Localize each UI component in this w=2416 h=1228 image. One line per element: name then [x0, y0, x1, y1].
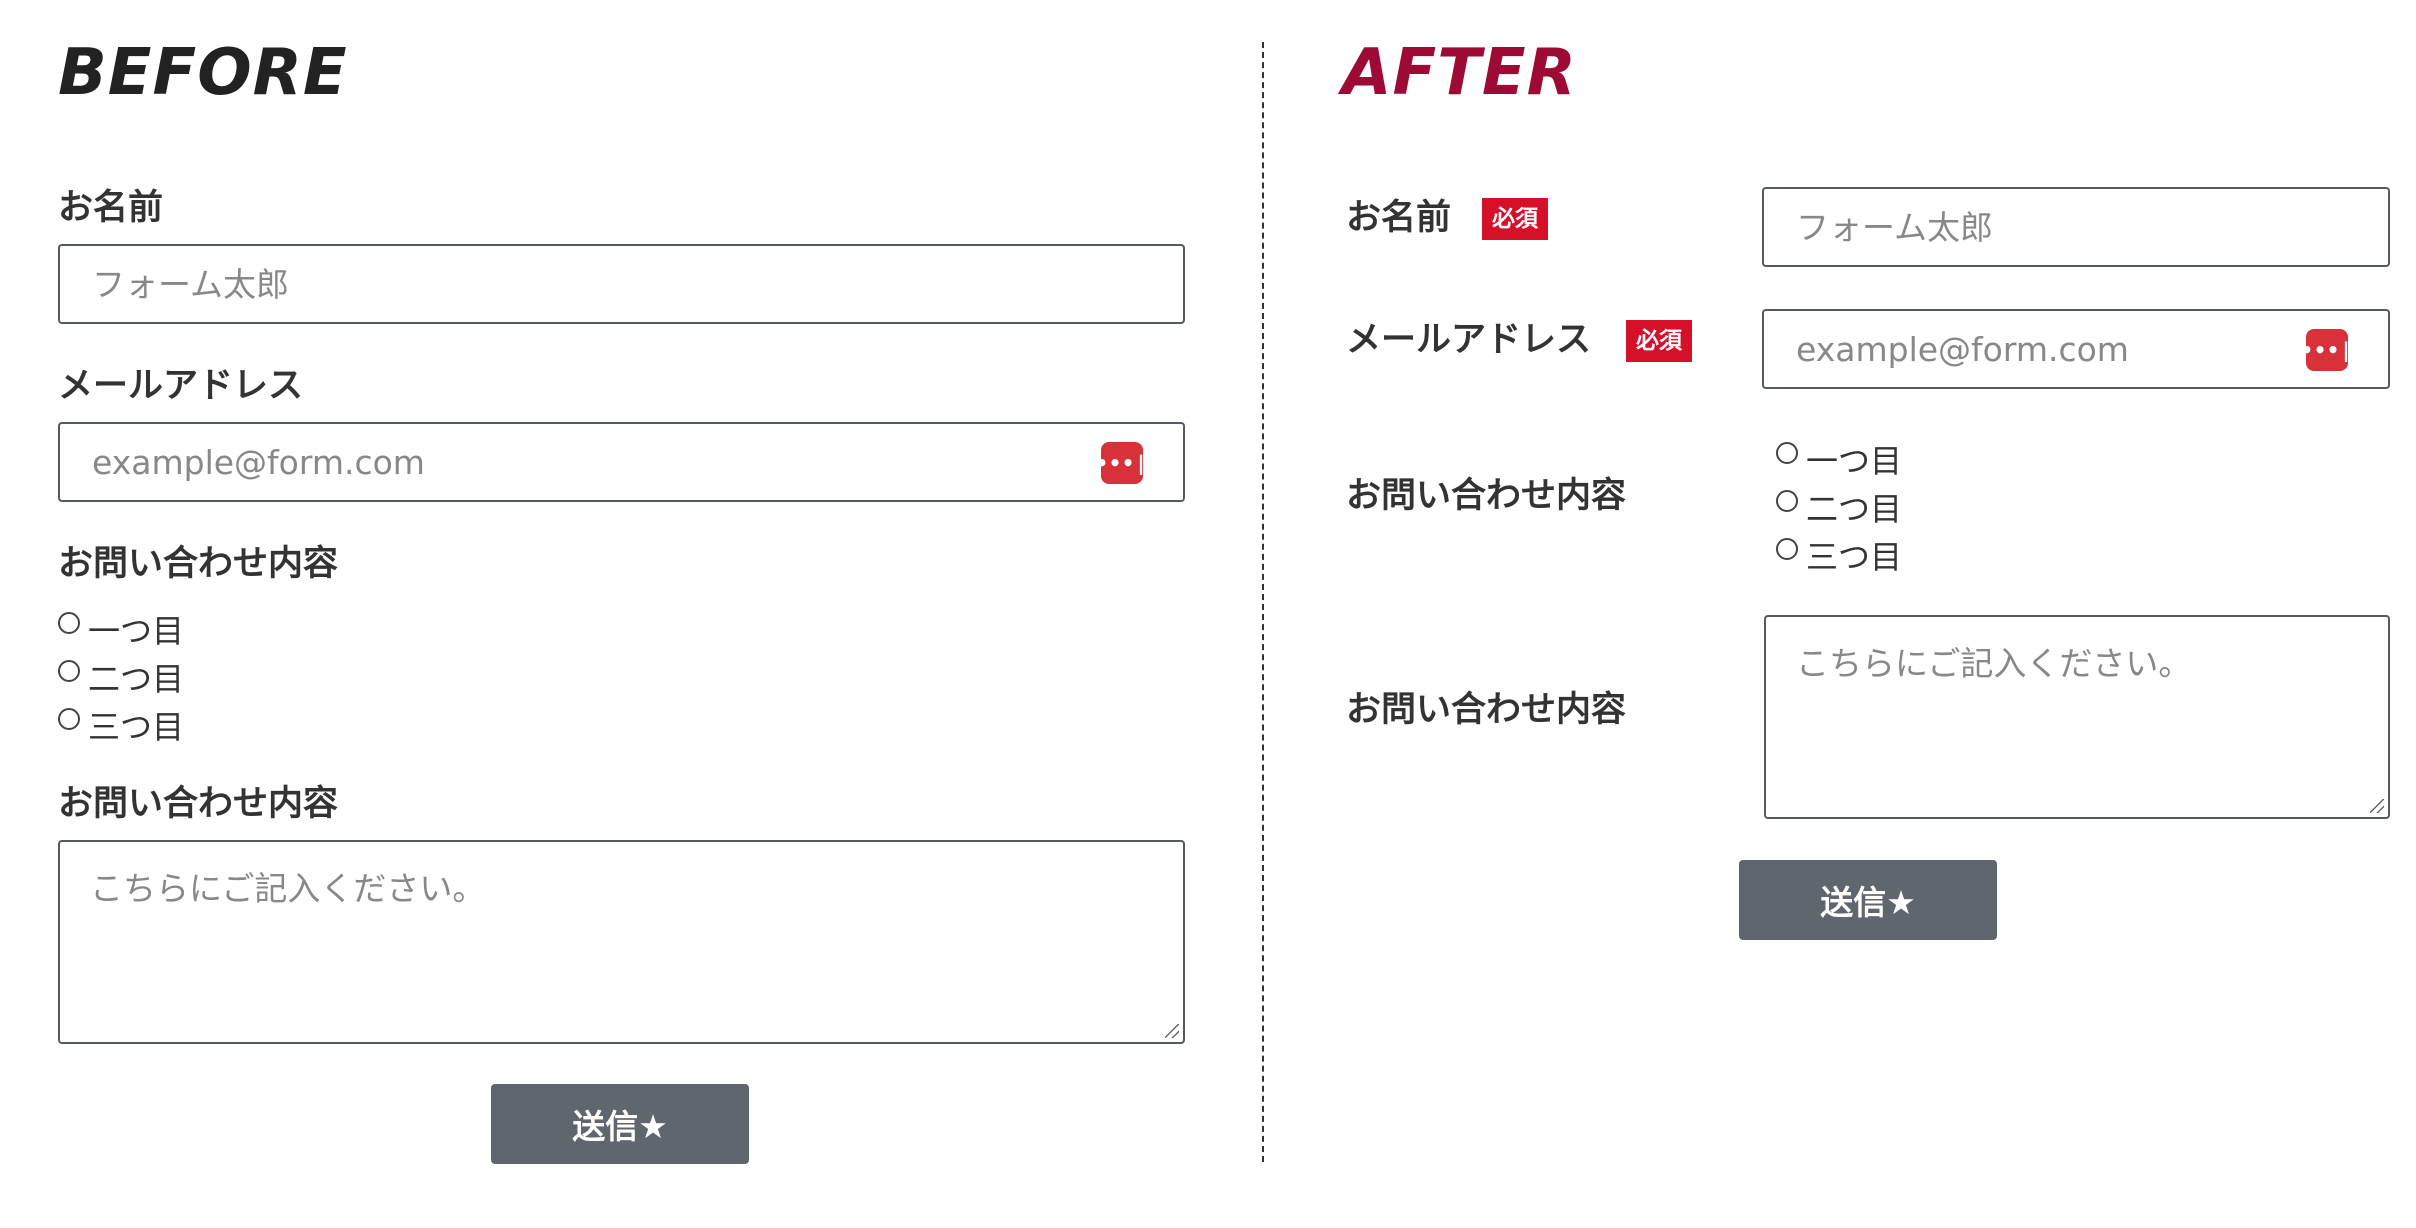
radio-option-label: 三つ目 — [1806, 538, 1903, 576]
radio-button[interactable] — [58, 612, 80, 634]
after-name-input[interactable] — [1764, 189, 2388, 265]
before-message-label: お問い合わせ内容 — [58, 784, 339, 824]
after-email-field[interactable]: •••| — [1762, 309, 2390, 389]
radio-button[interactable] — [1776, 442, 1798, 464]
after-message-field[interactable] — [1764, 615, 2390, 819]
after-radio-option-1[interactable]: 一つ目 — [1776, 436, 1902, 482]
password-key-icon[interactable]: •••| — [1096, 442, 1147, 484]
before-message-field[interactable] — [58, 840, 1185, 1044]
before-submit-button[interactable]: 送信★ — [491, 1084, 749, 1164]
before-heading: BEFORE — [58, 36, 348, 110]
after-message-textarea[interactable] — [1766, 617, 2388, 817]
after-email-label: メールアドレス — [1346, 320, 1592, 360]
required-badge: 必須 — [1482, 198, 1548, 240]
radio-option-label: 二つ目 — [1806, 490, 1903, 528]
before-name-input[interactable] — [60, 246, 1183, 322]
after-radio-option-3[interactable]: 三つ目 — [1776, 532, 1902, 578]
after-radio-label: お問い合わせ内容 — [1346, 476, 1627, 516]
resize-handle-icon[interactable] — [2370, 799, 2384, 813]
before-radio-label: お問い合わせ内容 — [58, 544, 339, 584]
resize-handle-icon[interactable] — [1165, 1024, 1179, 1038]
radio-option-label: 三つ目 — [88, 708, 185, 746]
after-radio-option-2[interactable]: 二つ目 — [1776, 484, 1902, 530]
radio-button[interactable] — [1776, 538, 1798, 560]
before-email-field[interactable]: •••| — [58, 422, 1185, 502]
radio-button[interactable] — [1776, 490, 1798, 512]
radio-option-label: 二つ目 — [88, 660, 185, 698]
after-message-label: お問い合わせ内容 — [1346, 690, 1627, 730]
radio-option-label: 一つ目 — [1806, 442, 1903, 480]
after-heading: AFTER — [1342, 36, 1577, 110]
required-badge: 必須 — [1626, 320, 1692, 362]
before-email-label: メールアドレス — [58, 366, 304, 406]
radio-button[interactable] — [58, 660, 80, 682]
before-radio-option-2[interactable]: 二つ目 — [58, 654, 184, 700]
before-radio-option-1[interactable]: 一つ目 — [58, 606, 184, 652]
password-key-icon[interactable]: •••| — [2301, 329, 2352, 371]
after-name-field[interactable] — [1762, 187, 2390, 267]
divider — [1262, 42, 1264, 1162]
after-submit-button[interactable]: 送信★ — [1739, 860, 1997, 940]
before-message-textarea[interactable] — [60, 842, 1183, 1042]
before-name-label: お名前 — [58, 188, 164, 228]
radio-button[interactable] — [58, 708, 80, 730]
after-name-label: お名前 — [1346, 198, 1452, 238]
before-email-input[interactable] — [60, 424, 1183, 500]
after-email-input[interactable] — [1764, 311, 2388, 387]
before-name-field[interactable] — [58, 244, 1185, 324]
radio-option-label: 一つ目 — [88, 612, 185, 650]
before-radio-option-3[interactable]: 三つ目 — [58, 702, 184, 748]
